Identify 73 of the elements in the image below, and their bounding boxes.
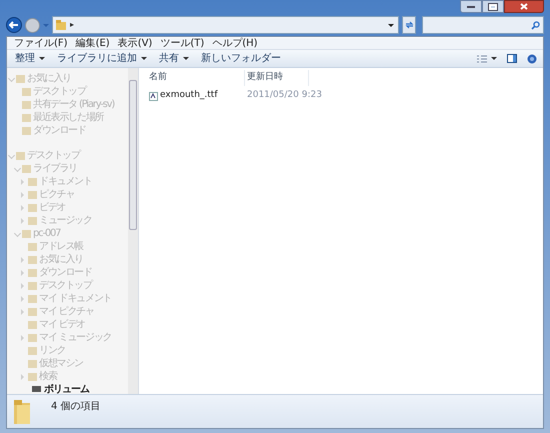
nav-item[interactable]: ビデオ — [39, 202, 66, 214]
maximize-icon — [489, 4, 497, 10]
column-header[interactable]: 名前 — [147, 71, 167, 85]
nav-item[interactable]: リンク — [39, 344, 66, 356]
nav-item[interactable]: ライブラリ — [33, 162, 78, 174]
refresh-icon — [404, 21, 414, 29]
back-button[interactable] — [6, 17, 22, 33]
nav-item[interactable]: お気に入り — [27, 72, 72, 84]
folder-icon — [13, 399, 33, 425]
collapsed-arrow-icon[interactable] — [21, 334, 24, 340]
help-icon[interactable] — [527, 54, 537, 64]
menu-item[interactable]: 表示(V) — [114, 38, 156, 50]
view-options-button[interactable] — [477, 54, 497, 62]
toolbar-button[interactable]: ライブラリに追加 — [53, 50, 151, 66]
minimize-icon — [467, 6, 475, 8]
collapsed-arrow-icon[interactable] — [21, 296, 24, 302]
folder-icon — [55, 19, 67, 31]
nav-item[interactable]: デスクトップ — [27, 150, 80, 162]
preview-pane-icon[interactable] — [507, 54, 517, 63]
collapsed-arrow-icon[interactable] — [21, 178, 24, 184]
breadcrumb-separator[interactable]: ▸ — [70, 19, 74, 31]
collapsed-arrow-icon[interactable] — [21, 308, 24, 314]
nav-item[interactable]: pc-007 — [33, 228, 60, 240]
nav-item[interactable]: お気に入り — [39, 254, 84, 266]
nav-item[interactable]: 検索 — [39, 370, 57, 382]
close-button[interactable] — [504, 0, 544, 13]
back-arrow-icon — [9, 21, 19, 29]
collapsed-arrow-icon[interactable] — [21, 256, 24, 262]
nav-item[interactable]: 仮想マシン — [39, 358, 84, 370]
nav-item[interactable]: マイ ビデオ — [39, 318, 85, 330]
nav-item[interactable]: ミュージック — [39, 214, 92, 226]
history-caret-icon[interactable] — [43, 24, 49, 26]
toolbar-button[interactable]: 共有 — [155, 50, 193, 66]
nav-item[interactable]: マイ ピクチャ — [39, 306, 94, 318]
toolbar-button[interactable]: 新しいフォルダー — [197, 50, 285, 66]
file-name[interactable]: exmouth_.ttf — [160, 89, 218, 103]
menu-item[interactable]: ファイル(F) — [11, 38, 71, 50]
nav-item[interactable]: ボリューム — [44, 384, 89, 394]
nav-item[interactable]: 最近表示した場所 — [33, 112, 104, 124]
nav-item[interactable]: ダウンロード — [39, 266, 92, 278]
scrollbar[interactable] — [128, 68, 138, 394]
address-dropdown-caret-icon[interactable] — [388, 24, 394, 26]
font-file-icon — [149, 92, 158, 100]
toolbar-button[interactable]: 整理 — [11, 50, 49, 66]
nav-item[interactable]: デスクトップ — [39, 280, 92, 292]
menu-item[interactable]: 編集(E) — [72, 38, 113, 50]
minimize-button[interactable] — [460, 0, 482, 13]
menu-item[interactable]: ツール(T) — [157, 38, 208, 50]
refresh-button[interactable] — [402, 16, 416, 34]
modified-date: 2011/05/20 9:23 — [246, 89, 322, 102]
search-field[interactable] — [422, 16, 544, 34]
nav-item[interactable]: アドレス帳 — [39, 240, 84, 252]
collapsed-arrow-icon[interactable] — [21, 270, 24, 276]
collapsed-arrow-icon[interactable] — [21, 374, 24, 380]
collapsed-arrow-icon[interactable] — [21, 282, 24, 288]
collapsed-arrow-icon[interactable] — [21, 204, 24, 210]
nav-item[interactable]: ドキュメント — [39, 176, 92, 188]
menu-item[interactable]: ヘルプ(H) — [209, 38, 261, 50]
column-header[interactable]: 更新日時 — [245, 71, 283, 85]
maximize-button[interactable] — [482, 0, 504, 13]
nav-item[interactable]: ダウンロード — [33, 124, 86, 136]
item-count: 4 個の項目 — [51, 400, 101, 414]
address-bar[interactable]: ▸ — [52, 16, 399, 34]
collapsed-arrow-icon[interactable] — [21, 218, 24, 224]
close-icon — [520, 3, 528, 10]
nav-item[interactable]: マイ ミュージック — [39, 332, 112, 344]
collapsed-arrow-icon[interactable] — [21, 192, 24, 198]
nav-item[interactable]: 共有データ (Piary-sv) — [33, 98, 114, 110]
scroll-thumb[interactable] — [129, 80, 137, 230]
search-icon — [531, 20, 540, 30]
nav-item[interactable]: ピクチャ — [39, 188, 74, 200]
nav-item[interactable]: デスクトップ — [33, 86, 86, 98]
nav-item[interactable]: マイ ドキュメント — [39, 292, 112, 304]
